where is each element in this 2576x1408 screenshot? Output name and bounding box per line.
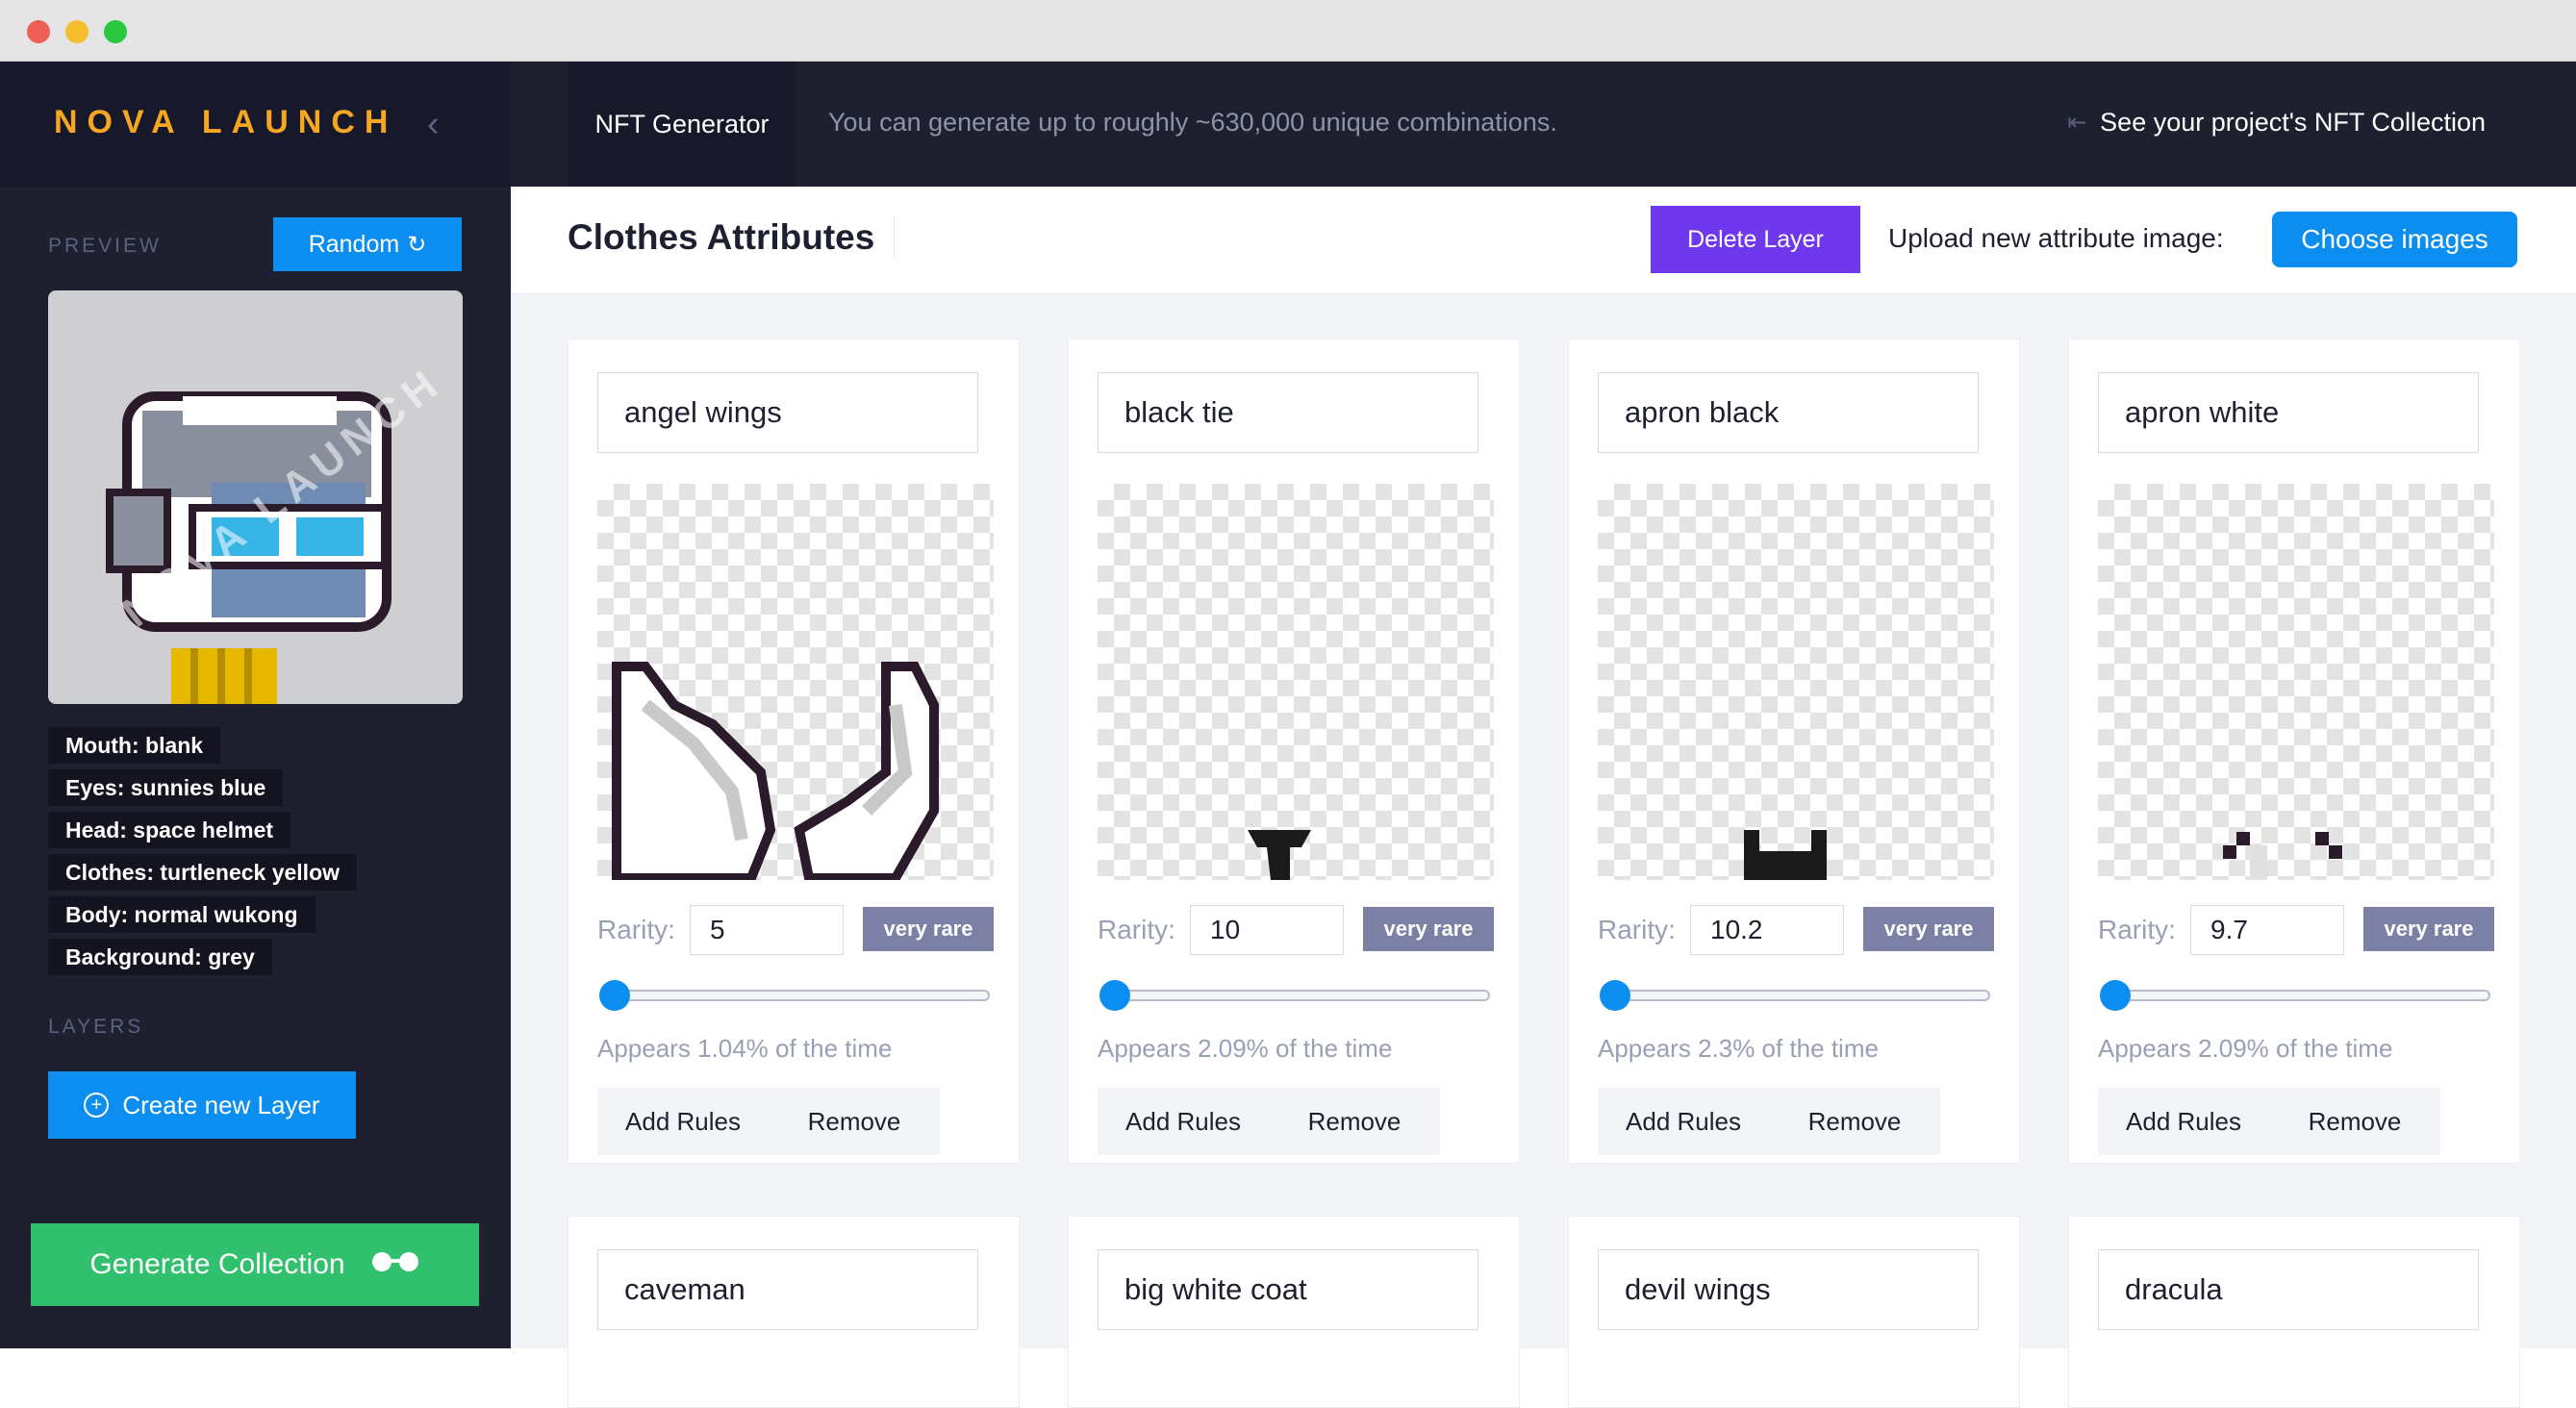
card-actions: Add Rules Remove (2098, 1088, 2440, 1155)
generate-collection-button[interactable]: Generate Collection (31, 1223, 479, 1306)
window-titlebar (0, 0, 2576, 62)
create-layer-button[interactable]: + Create new Layer (48, 1071, 356, 1139)
remove-button[interactable]: Remove (769, 1088, 940, 1155)
attribute-card (1568, 1216, 2020, 1408)
rarity-badge: very rare (2363, 907, 2494, 951)
attribute-tag: Mouth: blank (48, 727, 221, 764)
logo: NOVA LAUNCH (54, 104, 398, 140)
attributes-grid: Rarity: very rare Appears 1.04% of the t… (511, 294, 2576, 1408)
layers-label: LAYERS (48, 1016, 144, 1038)
angel-wings-art (612, 662, 939, 880)
nft-preview-image: NOVA LAUNCH (48, 290, 463, 704)
generate-collection-label: Generate Collection (89, 1248, 345, 1280)
attribute-name-input[interactable] (2098, 372, 2479, 453)
card-actions: Add Rules Remove (597, 1088, 940, 1155)
black-tie-art (1248, 830, 1311, 880)
attribute-image (597, 484, 994, 880)
collection-link-label: See your project's NFT Collection (2100, 108, 2486, 137)
rarity-label: Rarity: (597, 915, 675, 944)
attribute-card: Rarity: very rare Appears 2.09% of the t… (1068, 339, 1520, 1164)
attribute-tag: Body: normal wukong (48, 896, 316, 933)
rarity-input[interactable] (2190, 905, 2344, 955)
attribute-tag: Head: space helmet (48, 812, 291, 848)
refresh-icon: ↻ (407, 231, 427, 258)
rarity-badge: very rare (1363, 907, 1494, 951)
attribute-card: Rarity: very rare Appears 1.04% of the t… (568, 339, 1020, 1164)
rarity-label: Rarity: (1098, 915, 1175, 944)
attribute-name-input[interactable] (1598, 1249, 1979, 1330)
appears-text: Appears 2.3% of the time (1598, 1034, 1879, 1063)
remove-button[interactable]: Remove (2269, 1088, 2440, 1155)
slider-thumb[interactable] (1600, 980, 1630, 1011)
preview-label: PREVIEW (48, 235, 162, 257)
attribute-tag: Clothes: turtleneck yellow (48, 854, 358, 891)
chevron-left-icon[interactable]: ‹ (427, 104, 440, 145)
attribute-name-input[interactable] (1598, 372, 1979, 453)
random-button[interactable]: Random ↻ (273, 217, 462, 271)
random-button-label: Random (308, 230, 400, 258)
attribute-card (2068, 1216, 2520, 1408)
attribute-tag: Background: grey (48, 939, 272, 975)
attribute-name-input[interactable] (1098, 372, 1478, 453)
attribute-name-input[interactable] (597, 1249, 978, 1330)
rarity-input[interactable] (690, 905, 844, 955)
collection-link[interactable]: ⇤ See your project's NFT Collection (2067, 108, 2486, 138)
attribute-name-input[interactable] (2098, 1249, 2479, 1330)
add-rules-button[interactable]: Add Rules (2098, 1088, 2269, 1155)
attribute-name-input[interactable] (1098, 1249, 1478, 1330)
slider-thumb[interactable] (1099, 980, 1130, 1011)
top-bar: NFT Generator You can generate up to rou… (511, 62, 2576, 187)
attribute-image (1098, 484, 1494, 880)
choose-images-button[interactable]: Choose images (2272, 212, 2517, 267)
add-rules-button[interactable]: Add Rules (1598, 1088, 1769, 1155)
create-layer-label: Create new Layer (122, 1090, 320, 1119)
upload-label: Upload new attribute image: (1888, 223, 2224, 253)
appears-text: Appears 1.04% of the time (597, 1034, 893, 1063)
add-rules-button[interactable]: Add Rules (1098, 1088, 1269, 1155)
combinations-message: You can generate up to roughly ~630,000 … (828, 108, 1557, 137)
attribute-tag: Eyes: sunnies blue (48, 769, 284, 806)
rarity-badge: very rare (863, 907, 994, 951)
rarity-label: Rarity: (2098, 915, 2176, 944)
slider-thumb[interactable] (2100, 980, 2131, 1011)
page-title: Clothes Attributes (568, 217, 896, 258)
logo-area: NOVA LAUNCH ‹ (0, 62, 511, 187)
rarity-slider[interactable] (1098, 976, 1494, 1015)
rarity-input[interactable] (1190, 905, 1344, 955)
appears-text: Appears 2.09% of the time (1098, 1034, 1393, 1063)
external-arrow-icon: ⇤ (2067, 110, 2087, 136)
attribute-card (568, 1216, 1020, 1408)
rarity-slider[interactable] (2098, 976, 2494, 1015)
attribute-card (1068, 1216, 1520, 1408)
attribute-card: Rarity: very rare Appears 2.09% of the t… (2068, 339, 2520, 1164)
rarity-label: Rarity: (1598, 915, 1676, 944)
card-actions: Add Rules Remove (1598, 1088, 1940, 1155)
attribute-name-input[interactable] (597, 372, 978, 453)
attribute-image (2098, 484, 2494, 880)
card-actions: Add Rules Remove (1098, 1088, 1440, 1155)
attribute-card: Rarity: very rare Appears 2.3% of the ti… (1568, 339, 2020, 1164)
content-header: Clothes Attributes Delete Layer Upload n… (511, 187, 2576, 294)
remove-button[interactable]: Remove (1769, 1088, 1940, 1155)
add-rules-button[interactable]: Add Rules (597, 1088, 769, 1155)
apron-black-art (1744, 830, 1827, 880)
delete-layer-button[interactable]: Delete Layer (1651, 206, 1860, 273)
plus-circle-icon: + (84, 1093, 110, 1118)
rarity-slider[interactable] (1598, 976, 1994, 1015)
rarity-badge: very rare (1863, 907, 1994, 951)
slider-thumb[interactable] (599, 980, 630, 1011)
appears-text: Appears 2.09% of the time (2098, 1034, 2393, 1063)
rarity-slider[interactable] (597, 976, 994, 1015)
tab-nft-generator[interactable]: NFT Generator (568, 62, 796, 187)
attribute-image (1598, 484, 1994, 880)
minimize-window-dot[interactable] (65, 20, 88, 43)
glasses-icon (370, 1248, 420, 1281)
remove-button[interactable]: Remove (1269, 1088, 1440, 1155)
rarity-input[interactable] (1690, 905, 1844, 955)
apron-white-art (2223, 832, 2342, 880)
maximize-window-dot[interactable] (104, 20, 127, 43)
sidebar: NOVA LAUNCH ‹ PREVIEW Random ↻ NOVA LAUN… (0, 62, 511, 1348)
close-window-dot[interactable] (27, 20, 50, 43)
